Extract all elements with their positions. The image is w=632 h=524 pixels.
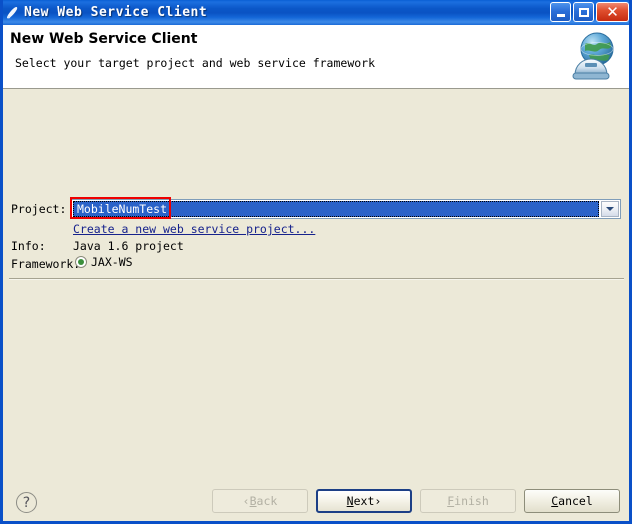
window-controls: ✕ xyxy=(550,2,629,22)
wizard-footer: ? ‹ Back Next › Finish Cancel xyxy=(3,478,629,521)
radio-dot-icon xyxy=(78,259,84,265)
finish-button[interactable]: Finish xyxy=(420,489,516,513)
project-combo-field[interactable]: MobileNumTest xyxy=(73,201,599,217)
page-title: New Web Service Client xyxy=(10,31,198,47)
wizard-header: New Web Service Client Select your targe… xyxy=(3,25,629,89)
next-button[interactable]: Next › xyxy=(316,489,412,513)
radio-icon xyxy=(75,256,87,268)
create-project-link[interactable]: Create a new web service project... xyxy=(73,222,315,236)
divider-top xyxy=(9,278,624,280)
info-value: Java 1.6 project xyxy=(73,239,184,253)
title-bar: New Web Service Client ✕ xyxy=(3,0,629,25)
cancel-button[interactable]: Cancel xyxy=(524,489,620,513)
cancel-button-mnemonic: C xyxy=(551,494,559,508)
client-area: New Web Service Client Select your targe… xyxy=(3,25,629,521)
help-button[interactable]: ? xyxy=(16,492,37,513)
button-bar: ‹ Back Next › Finish Cancel xyxy=(212,489,620,513)
minimize-icon xyxy=(556,14,565,17)
project-label: Project: xyxy=(11,202,67,216)
close-button[interactable]: ✕ xyxy=(596,2,629,22)
minimize-button[interactable] xyxy=(550,2,571,22)
maximize-icon xyxy=(578,7,589,17)
back-button-prefix: ‹ xyxy=(242,494,250,508)
wizard-form: Project: MobileNumTest Create a new web … xyxy=(3,89,629,521)
chevron-down-icon xyxy=(606,207,614,211)
info-label: Info: xyxy=(11,239,46,253)
maximize-button[interactable] xyxy=(573,2,594,22)
back-button-rest: ack xyxy=(256,494,278,508)
framework-radio-jaxws[interactable]: JAX-WS xyxy=(75,255,133,269)
close-icon: ✕ xyxy=(606,2,619,21)
back-button[interactable]: ‹ Back xyxy=(212,489,308,513)
framework-option-label: JAX-WS xyxy=(91,255,133,269)
next-button-mnemonic: N xyxy=(346,494,354,508)
window-title: New Web Service Client xyxy=(24,5,208,20)
project-combo[interactable]: MobileNumTest xyxy=(71,199,621,219)
next-button-rest: ext xyxy=(353,494,375,508)
pen-icon xyxy=(7,6,18,18)
framework-label: Framework: xyxy=(11,257,81,271)
dialog-window: New Web Service Client ✕ New Web Service… xyxy=(0,0,632,524)
cancel-button-rest: ancel xyxy=(558,494,593,508)
page-subtitle: Select your target project and web servi… xyxy=(15,56,376,70)
finish-button-mnemonic: F xyxy=(447,494,455,508)
web-service-globe-icon xyxy=(572,32,614,80)
back-button-mnemonic: B xyxy=(249,494,257,508)
project-combo-arrow[interactable] xyxy=(601,201,619,217)
finish-button-rest: inish xyxy=(454,494,489,508)
project-combo-value: MobileNumTest xyxy=(77,202,168,216)
next-button-suffix: › xyxy=(374,494,382,508)
